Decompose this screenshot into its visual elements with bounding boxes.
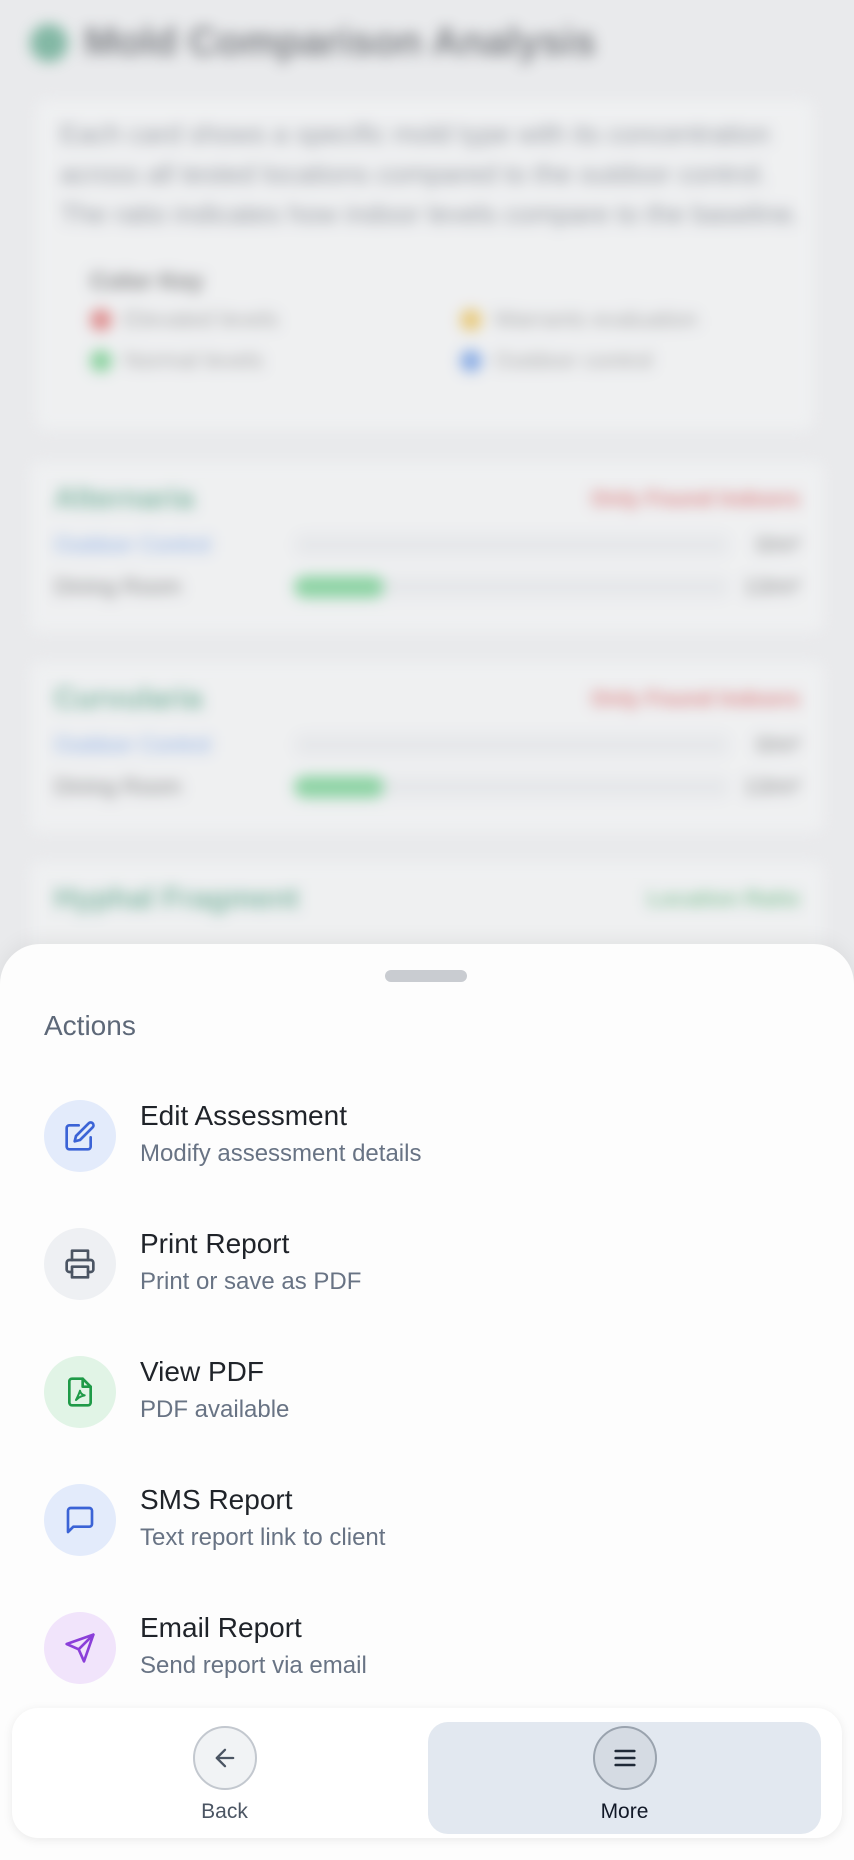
sheet-drag-handle[interactable] bbox=[385, 970, 467, 982]
view-pdf-action[interactable]: View PDF PDF available bbox=[0, 1340, 854, 1450]
sms-report-action[interactable]: SMS Report Text report link to client bbox=[0, 1468, 854, 1578]
action-subtitle: Modify assessment details bbox=[140, 1140, 422, 1167]
message-icon bbox=[44, 1484, 116, 1556]
more-button[interactable]: More bbox=[428, 1722, 821, 1834]
action-subtitle: Send report via email bbox=[140, 1652, 367, 1679]
action-title: View PDF bbox=[140, 1356, 264, 1387]
print-report-action[interactable]: Print Report Print or save as PDF bbox=[0, 1212, 854, 1322]
back-label: Back bbox=[201, 1800, 248, 1823]
back-button[interactable]: Back bbox=[28, 1722, 421, 1834]
action-title: Print Report bbox=[140, 1228, 290, 1259]
edit-icon bbox=[44, 1100, 116, 1172]
action-title: Email Report bbox=[140, 1612, 302, 1643]
email-report-action[interactable]: Email Report Send report via email bbox=[0, 1596, 854, 1706]
action-title: Edit Assessment bbox=[140, 1100, 347, 1131]
action-title: SMS Report bbox=[140, 1484, 293, 1515]
pdf-file-icon bbox=[44, 1356, 116, 1428]
sheet-title: Actions bbox=[44, 1010, 136, 1041]
edit-assessment-action[interactable]: Edit Assessment Modify assessment detail… bbox=[0, 1084, 854, 1194]
send-icon bbox=[44, 1612, 116, 1684]
back-arrow-icon bbox=[192, 1726, 257, 1790]
action-subtitle: PDF available bbox=[140, 1396, 290, 1423]
bottom-nav: Back More bbox=[12, 1708, 842, 1838]
action-subtitle: Text report link to client bbox=[140, 1524, 386, 1551]
printer-icon bbox=[44, 1228, 116, 1300]
action-subtitle: Print or save as PDF bbox=[140, 1268, 362, 1295]
more-label: More bbox=[600, 1800, 649, 1823]
menu-icon bbox=[592, 1726, 657, 1790]
